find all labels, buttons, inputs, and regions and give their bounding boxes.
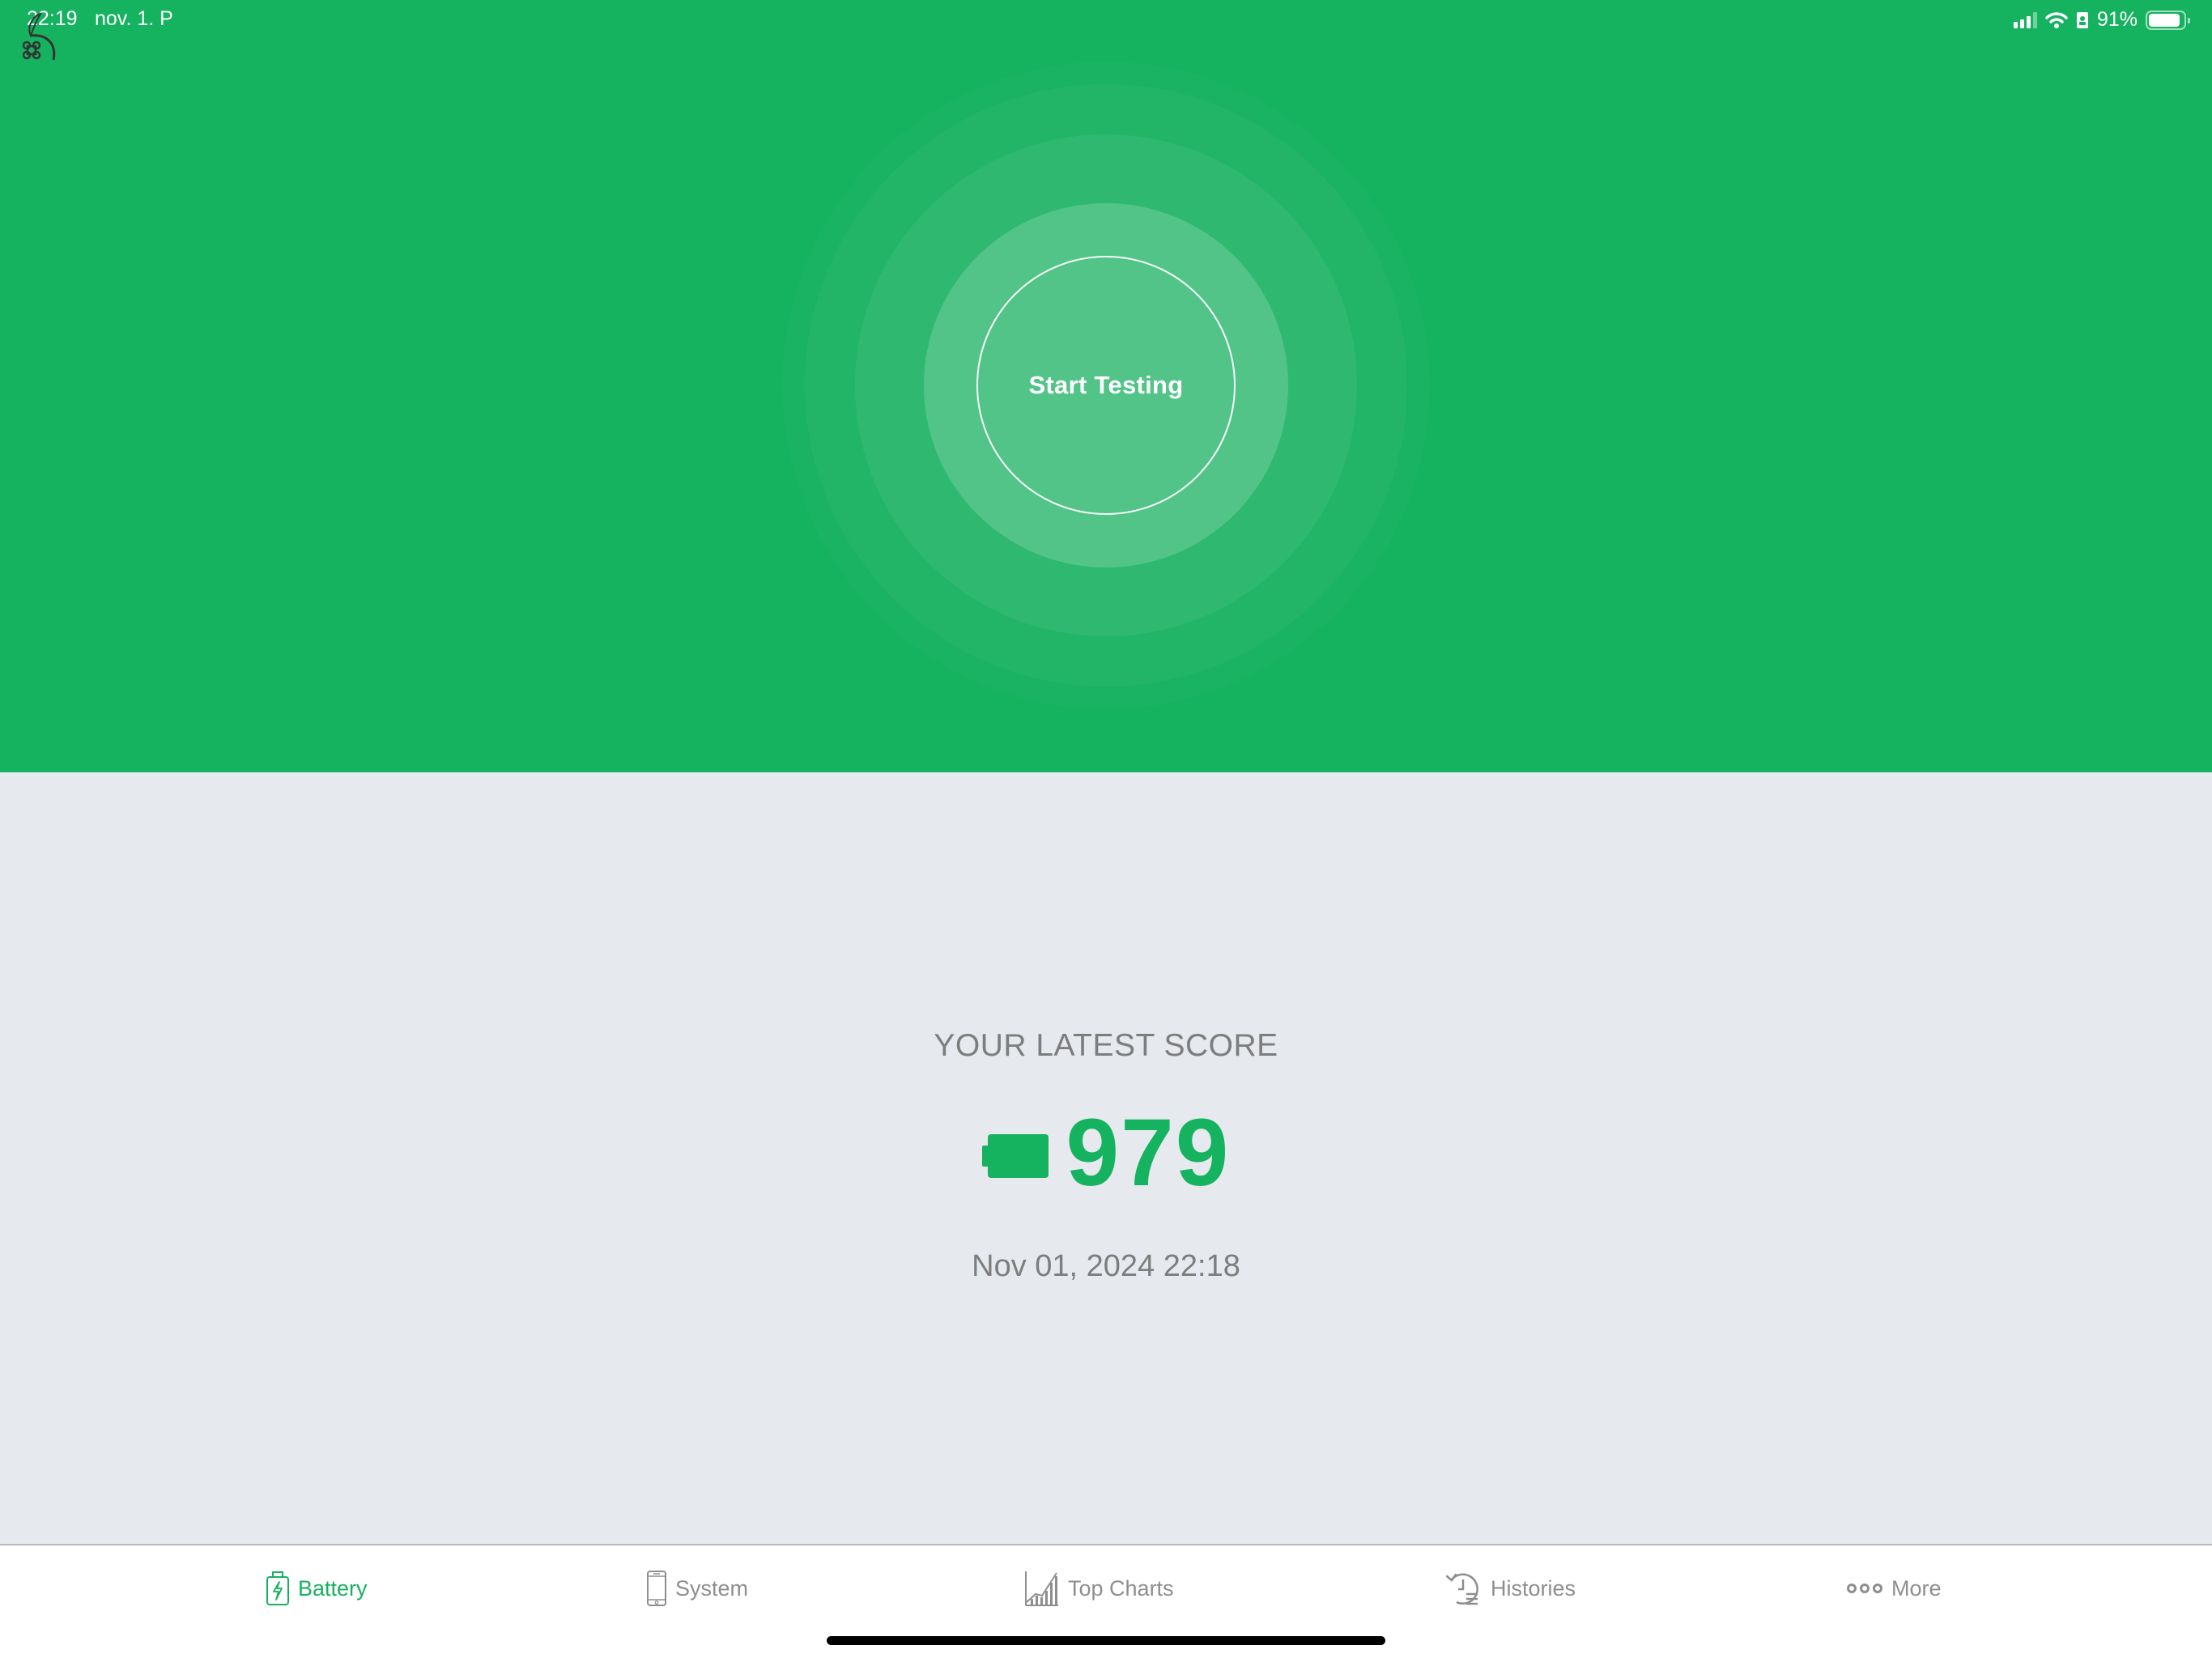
more-dots-icon — [1847, 1584, 1882, 1593]
start-testing-label: Start Testing — [1028, 371, 1184, 399]
score-value: 979 — [1066, 1099, 1231, 1206]
phone-icon — [647, 1571, 666, 1606]
cellular-signal-icon — [2013, 11, 2037, 28]
tab-histories-label: Histories — [1491, 1575, 1576, 1601]
tab-histories[interactable]: Histories — [1445, 1568, 1576, 1609]
status-date: nov. 1. P — [95, 7, 173, 30]
tab-battery[interactable]: Battery — [266, 1568, 368, 1609]
status-indicators: 91% — [2013, 8, 2190, 32]
tab-top-charts-label: Top Charts — [1068, 1575, 1174, 1601]
tab-more-label: More — [1891, 1575, 1942, 1601]
home-indicator[interactable] — [827, 1636, 1385, 1645]
tab-system[interactable]: System — [646, 1568, 748, 1609]
hero-panel: 22:19 nov. 1. P 91% Start Testing — [0, 0, 2212, 772]
tab-top-charts[interactable]: Top Charts — [1024, 1568, 1174, 1609]
tab-more[interactable]: More — [1846, 1568, 1942, 1609]
bar-chart-icon — [1025, 1571, 1058, 1606]
orientation-lock-icon — [2076, 11, 2088, 28]
battery-full-icon — [981, 1134, 1049, 1178]
start-testing-button[interactable]: Start Testing — [976, 256, 1236, 515]
history-icon — [1445, 1573, 1478, 1605]
latest-score-label: YOUR LATEST SCORE — [934, 1028, 1278, 1063]
tab-system-label: System — [675, 1575, 749, 1601]
score-timestamp: Nov 01, 2024 22:18 — [972, 1249, 1240, 1283]
battery-icon — [2146, 10, 2190, 30]
battery-percent: 91% — [2096, 8, 2138, 31]
command-key-icon — [23, 12, 56, 61]
tab-battery-label: Battery — [298, 1575, 368, 1601]
status-bar: 22:19 nov. 1. P 91% — [0, 0, 2212, 40]
battery-charging-icon — [266, 1571, 289, 1605]
wifi-icon — [2045, 11, 2068, 28]
score-row: 979 — [0, 1105, 2212, 1201]
